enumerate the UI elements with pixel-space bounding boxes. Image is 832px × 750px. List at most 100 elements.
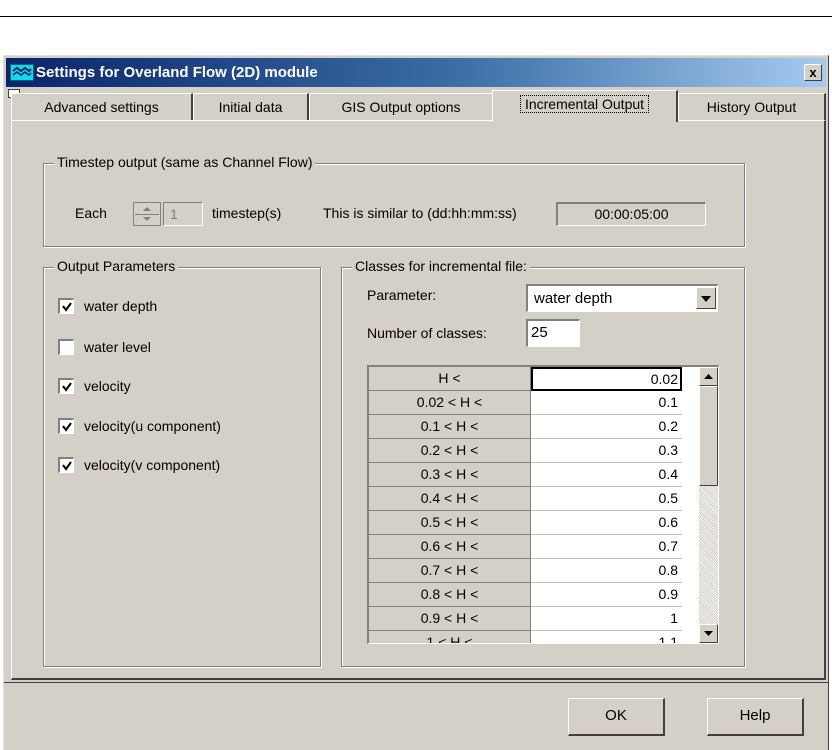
checkbox-label: velocity(v component) xyxy=(84,457,221,473)
checkbox-label: velocity xyxy=(84,378,131,394)
row-header: 0.2 < H < xyxy=(369,439,531,463)
timestep-group: Timestep output (same as Channel Flow) E… xyxy=(43,154,745,247)
table-row[interactable]: 1 < H <1.1 xyxy=(369,631,682,643)
spin-up-button[interactable] xyxy=(135,204,159,215)
classes-group-label: Classes for incremental file: xyxy=(352,258,530,274)
checkbox-box[interactable] xyxy=(58,378,74,394)
row-header: 1 < H < xyxy=(369,631,531,643)
tab-panel: Timestep output (same as Channel Flow) E… xyxy=(11,120,826,680)
ok-button[interactable]: OK xyxy=(568,698,665,736)
row-header: 0.3 < H < xyxy=(369,463,531,487)
checkbox-box[interactable] xyxy=(58,418,74,434)
dropdown-button[interactable] xyxy=(696,287,716,309)
separator xyxy=(4,682,828,683)
tab-label: Advanced settings xyxy=(44,99,159,115)
output-parameters-label: Output Parameters xyxy=(54,258,179,274)
class-value-cell[interactable]: 0.2 xyxy=(531,415,682,439)
title-bar[interactable]: Settings for Overland Flow (2D) module x xyxy=(6,58,826,87)
similar-time-readout: 00:00:05:00 xyxy=(556,202,706,226)
output-parameters-group: Output Parameters water depth water leve… xyxy=(43,258,321,667)
class-value-cell[interactable]: 0.5 xyxy=(531,487,682,511)
table-row[interactable]: 0.7 < H <0.8 xyxy=(369,559,682,583)
tab-history-output[interactable]: History Output xyxy=(678,93,826,121)
table-row[interactable]: 0.5 < H <0.6 xyxy=(369,511,682,535)
checkbox-label: water depth xyxy=(84,298,158,314)
tab-label: History Output xyxy=(706,99,797,115)
table-row[interactable]: 0.9 < H <1 xyxy=(369,607,682,631)
classes-group: Classes for incremental file: Parameter:… xyxy=(341,258,745,667)
checkbox-box[interactable] xyxy=(58,339,74,355)
checkmark-icon xyxy=(62,302,72,312)
class-value-cell[interactable]: 0.02 xyxy=(531,367,682,391)
table-row[interactable]: 0.1 < H <0.2 xyxy=(369,415,682,439)
help-button[interactable]: Help xyxy=(707,698,804,736)
spin-down-button[interactable] xyxy=(135,215,159,225)
checkbox-label: water level xyxy=(84,339,151,355)
help-button-label: Help xyxy=(739,707,771,724)
number-of-classes-label: Number of classes: xyxy=(367,325,487,341)
tab-label: Initial data xyxy=(218,99,283,115)
row-header: 0.7 < H < xyxy=(369,559,531,583)
tab-advanced-settings[interactable]: Advanced settings xyxy=(11,93,193,121)
class-value-cell[interactable]: 0.6 xyxy=(531,511,682,535)
row-header: 0.1 < H < xyxy=(369,415,531,439)
table-row[interactable]: 0.3 < H <0.4 xyxy=(369,463,682,487)
app-icon xyxy=(10,64,34,81)
row-header: 0.8 < H < xyxy=(369,583,531,607)
tab-label: Incremental Output xyxy=(519,95,650,113)
each-label: Each xyxy=(75,205,107,221)
class-value-cell[interactable]: 0.8 xyxy=(531,559,682,583)
arrow-up-icon xyxy=(704,374,713,379)
checkmark-icon xyxy=(62,461,72,471)
table-row[interactable]: 0.2 < H <0.3 xyxy=(369,439,682,463)
tab-initial-data[interactable]: Initial data xyxy=(193,93,309,121)
row-header: 0.5 < H < xyxy=(369,511,531,535)
scroll-up-button[interactable] xyxy=(699,367,718,386)
scroll-down-button[interactable] xyxy=(699,624,718,643)
number-of-classes-input[interactable]: 25 xyxy=(526,319,580,347)
timestep-spinner[interactable] xyxy=(133,202,161,226)
class-value-cell[interactable]: 0.9 xyxy=(531,583,682,607)
row-header: 0.9 < H < xyxy=(369,607,531,631)
class-value-cell[interactable]: 0.4 xyxy=(531,463,682,487)
class-value-cell[interactable]: 0.3 xyxy=(531,439,682,463)
row-header: 0.02 < H < xyxy=(369,391,531,415)
arrow-up-icon xyxy=(143,207,151,211)
table-row[interactable]: 0.02 < H <0.1 xyxy=(369,391,682,415)
table-row[interactable]: H <0.02 xyxy=(369,367,682,391)
timestep-group-label: Timestep output (same as Channel Flow) xyxy=(54,154,316,170)
table-row[interactable]: 0.4 < H <0.5 xyxy=(369,487,682,511)
checkbox-box[interactable] xyxy=(58,457,74,473)
table-row[interactable]: 0.8 < H <0.9 xyxy=(369,583,682,607)
similar-to-label: This is similar to (dd:hh:mm:ss) xyxy=(323,205,517,221)
window-title: Settings for Overland Flow (2D) module xyxy=(36,64,318,81)
row-header: 0.4 < H < xyxy=(369,487,531,511)
timestep-input[interactable]: 1 xyxy=(163,202,203,226)
scroll-thumb[interactable] xyxy=(699,386,718,486)
class-value-cell[interactable]: 0.7 xyxy=(531,535,682,559)
table-row[interactable]: 0.6 < H <0.7 xyxy=(369,535,682,559)
arrow-down-icon xyxy=(143,217,151,221)
class-value-cell[interactable]: 1 xyxy=(531,607,682,631)
ok-button-label: OK xyxy=(605,707,627,724)
class-value-cell[interactable]: 1.1 xyxy=(531,631,682,643)
row-header: H < xyxy=(369,367,531,391)
row-header: 0.6 < H < xyxy=(369,535,531,559)
checkmark-icon xyxy=(62,422,72,432)
chevron-down-icon xyxy=(701,296,711,302)
grid-rows: H <0.02 0.02 < H <0.1 0.1 < H <0.2 0.2 < H … xyxy=(369,367,682,643)
checkbox-box[interactable] xyxy=(58,298,74,314)
parameter-select[interactable]: water depth xyxy=(526,284,718,312)
tab-label: GIS Output options xyxy=(341,99,461,115)
checkbox-label: velocity(u component) xyxy=(84,418,221,434)
classes-grid[interactable]: H <0.02 0.02 < H <0.1 0.1 < H <0.2 0.2 < H … xyxy=(367,365,719,644)
close-button[interactable]: x xyxy=(804,64,822,81)
timestep-unit-label: timestep(s) xyxy=(212,205,282,221)
parameter-label: Parameter: xyxy=(367,287,437,303)
tab-incremental-output[interactable]: Incremental Output xyxy=(492,90,678,122)
class-value-cell[interactable]: 0.1 xyxy=(531,391,682,415)
grid-scrollbar[interactable] xyxy=(699,367,718,643)
tab-gis-output-options[interactable]: GIS Output options xyxy=(309,93,494,121)
close-icon: x xyxy=(809,65,817,80)
page-top-rule xyxy=(0,16,832,17)
